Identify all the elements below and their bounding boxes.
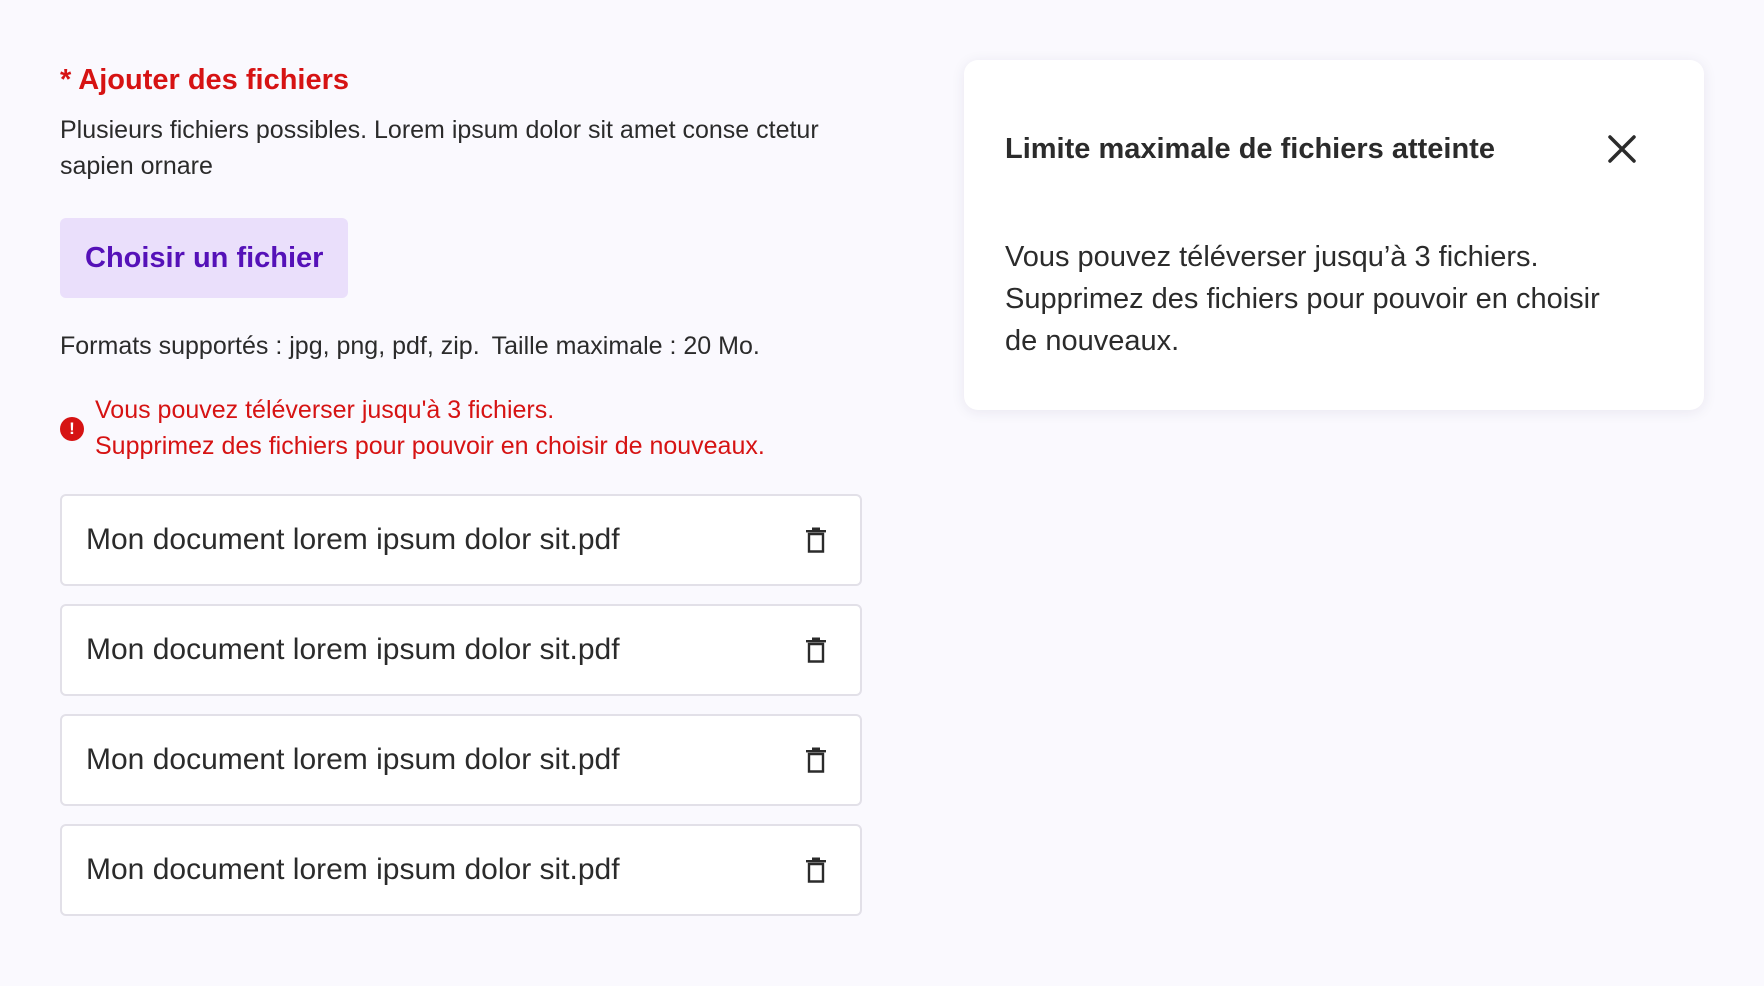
delete-file-button[interactable] — [798, 522, 834, 558]
delete-file-button[interactable] — [798, 742, 834, 778]
close-icon — [1608, 135, 1636, 163]
max-size-text: Taille maximale : 20 Mo. — [491, 332, 760, 360]
formats-text: Formats supportés : jpg, png, pdf, zip. — [60, 332, 480, 360]
max-files-dialog: Limite maximale de fichiers atteinte Vou… — [964, 60, 1704, 410]
delete-file-button[interactable] — [798, 852, 834, 888]
dialog-header: Limite maximale de fichiers atteinte — [1005, 120, 1640, 178]
error-line-2: Supprimez des fichiers pour pouvoir en c… — [95, 432, 765, 460]
field-label: * Ajouter des fichiers — [60, 64, 350, 96]
file-name: Mon document lorem ipsum dolor sit.pdf — [86, 743, 620, 776]
dialog-body-line-2: Supprimez des fichiers pour pouvoir en c… — [1005, 283, 1600, 315]
dialog-body-line-3: de nouveaux. — [1005, 325, 1180, 357]
delete-file-button[interactable] — [798, 632, 834, 668]
error-line-1: Vous pouvez téléverser jusqu'à 3 fichier… — [95, 396, 555, 424]
trash-icon — [806, 857, 826, 883]
error-message: ! Vous pouvez téléverser jusqu'à 3 fichi… — [60, 392, 862, 464]
dialog-body: Vous pouvez téléverser jusqu’à 3 fichier… — [1005, 236, 1640, 362]
trash-icon — [806, 527, 826, 553]
file-name: Mon document lorem ipsum dolor sit.pdf — [86, 633, 620, 666]
error-text: Vous pouvez téléverser jusqu'à 3 fichier… — [95, 392, 765, 464]
file-item: Mon document lorem ipsum dolor sit.pdf — [60, 604, 862, 696]
trash-icon — [806, 747, 826, 773]
supported-formats: Formats supportés : jpg, png, pdf, zip. T… — [60, 328, 862, 364]
file-item: Mon document lorem ipsum dolor sit.pdf — [60, 494, 862, 586]
field-help-text: Plusieurs fichiers possibles. Lorem ipsu… — [60, 116, 819, 180]
trash-icon — [806, 637, 826, 663]
file-item: Mon document lorem ipsum dolor sit.pdf — [60, 824, 862, 916]
close-dialog-button[interactable] — [1604, 131, 1640, 167]
file-name: Mon document lorem ipsum dolor sit.pdf — [86, 853, 620, 886]
file-name: Mon document lorem ipsum dolor sit.pdf — [86, 523, 620, 556]
dialog-title: Limite maximale de fichiers atteinte — [1005, 132, 1495, 165]
choose-file-button[interactable]: Choisir un fichier — [60, 218, 349, 298]
dialog-body-line-1: Vous pouvez téléverser jusqu’à 3 fichier… — [1005, 241, 1539, 273]
file-list: Mon document lorem ipsum dolor sit.pdf M… — [60, 494, 862, 916]
error-icon: ! — [60, 417, 84, 441]
file-upload-section: * Ajouter des fichiers Plusieurs fichier… — [60, 60, 862, 934]
file-item: Mon document lorem ipsum dolor sit.pdf — [60, 714, 862, 806]
